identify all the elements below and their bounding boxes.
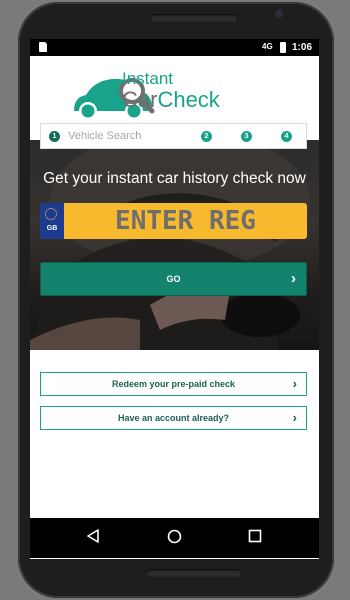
- signal-icon: 4G: [262, 42, 273, 51]
- recent-apps-icon[interactable]: [248, 529, 262, 543]
- bottom-speaker: [146, 569, 242, 577]
- registration-input[interactable]: [64, 203, 307, 239]
- step-4[interactable]: 4: [281, 131, 292, 142]
- home-icon[interactable]: [167, 529, 182, 544]
- back-icon[interactable]: [87, 529, 99, 548]
- step-1-label: Vehicle Search: [68, 130, 142, 142]
- search-steps: 1 Vehicle Search 2 3 4: [40, 123, 307, 149]
- logo-text-instant: Instant: [122, 69, 174, 88]
- redeem-label: Redeem your pre-paid check: [111, 379, 236, 389]
- chevron-right-icon: ›: [291, 270, 296, 287]
- battery-icon: [280, 42, 286, 53]
- top-speaker: [150, 14, 238, 22]
- have-account-button[interactable]: Have an account already? ›: [40, 406, 307, 430]
- step-2[interactable]: 2: [201, 131, 212, 142]
- step-1[interactable]: 1: [49, 131, 60, 142]
- android-nav-bar: [30, 518, 319, 558]
- eu-stars-icon: [45, 208, 57, 220]
- chevron-right-icon: ›: [292, 376, 297, 391]
- front-camera: [275, 10, 283, 18]
- status-time: 1:06: [292, 42, 313, 53]
- step-3[interactable]: 3: [241, 131, 252, 142]
- country-code: GB: [46, 225, 58, 232]
- logo-text-carcheck: CarCheck: [122, 87, 220, 113]
- go-button-label: GO: [166, 274, 181, 284]
- registration-plate-input: GB: [40, 203, 307, 239]
- sd-card-icon: [39, 42, 47, 52]
- app-screen: 4G 1:06 Instant CarCheck Get your instan…: [30, 39, 319, 559]
- go-button[interactable]: GO ›: [40, 262, 307, 296]
- account-label: Have an account already?: [117, 413, 230, 423]
- hero-banner: Get your instant car history check now G…: [30, 140, 319, 350]
- hero-title: Get your instant car history check now: [43, 170, 306, 187]
- logo-text-check: Check: [157, 87, 220, 112]
- logo-text-car: Car: [122, 87, 158, 112]
- eu-band: GB: [40, 203, 64, 239]
- chevron-right-icon: ›: [292, 410, 297, 425]
- redeem-prepaid-button[interactable]: Redeem your pre-paid check ›: [40, 372, 307, 396]
- status-bar: 4G 1:06: [30, 39, 319, 56]
